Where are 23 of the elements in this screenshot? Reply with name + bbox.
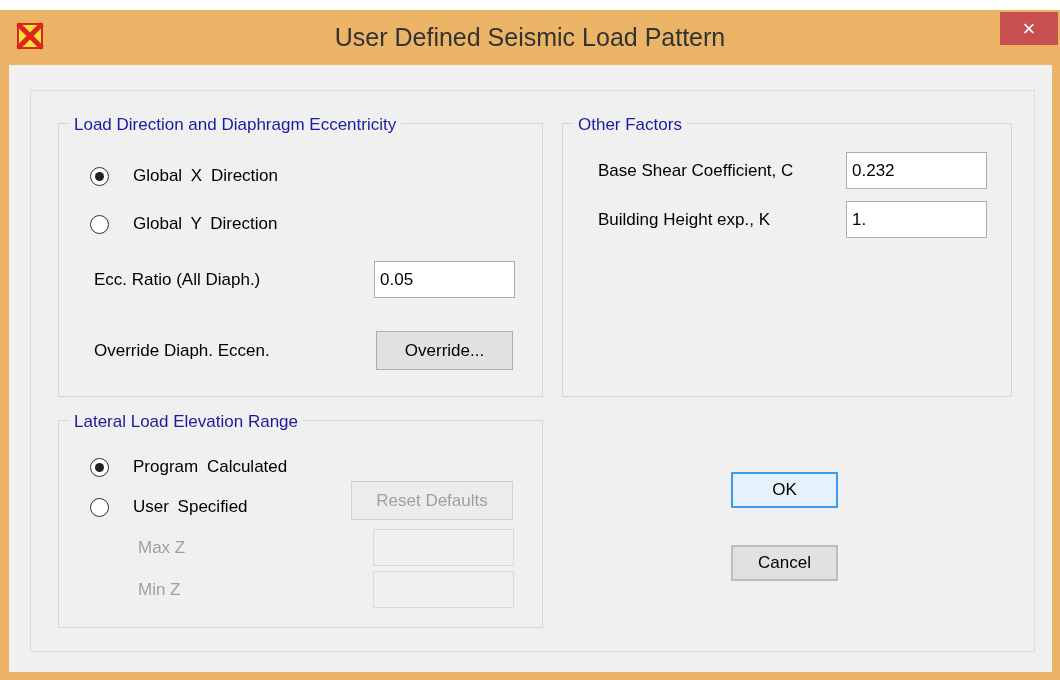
- input-field[interactable]: 0.232: [846, 152, 987, 189]
- field-label: Ecc. Ratio (All Diaph.): [94, 268, 262, 291]
- cancel-button[interactable]: Cancel: [731, 545, 838, 581]
- input-field[interactable]: 0.05: [374, 261, 515, 298]
- close-button[interactable]: ×: [1000, 12, 1058, 45]
- app-icon: [16, 22, 44, 50]
- input-field[interactable]: 1.: [846, 201, 987, 238]
- radio-label: Global Y Direction: [133, 213, 278, 236]
- ok-button[interactable]: OK: [731, 472, 838, 508]
- radio-label: Program Calculated: [133, 456, 288, 479]
- radio-button[interactable]: [90, 497, 109, 517]
- radio-label: Global X Direction: [133, 165, 278, 188]
- radio-label: User Specified: [133, 496, 248, 519]
- field-label: Max Z: [138, 536, 187, 559]
- field-label: Base Shear Coefficient, C: [598, 159, 795, 182]
- field-label: Building Height exp., K: [598, 208, 771, 231]
- override-button[interactable]: Override...: [376, 331, 513, 370]
- radio-button[interactable]: [90, 166, 109, 186]
- window-title: User Defined Seismic Load Pattern: [334, 21, 726, 53]
- radio-button[interactable]: [90, 214, 109, 234]
- radio-button[interactable]: [90, 457, 109, 477]
- field-label: Override Diaph. Eccen.: [94, 339, 271, 362]
- field-label: Min Z: [138, 578, 182, 601]
